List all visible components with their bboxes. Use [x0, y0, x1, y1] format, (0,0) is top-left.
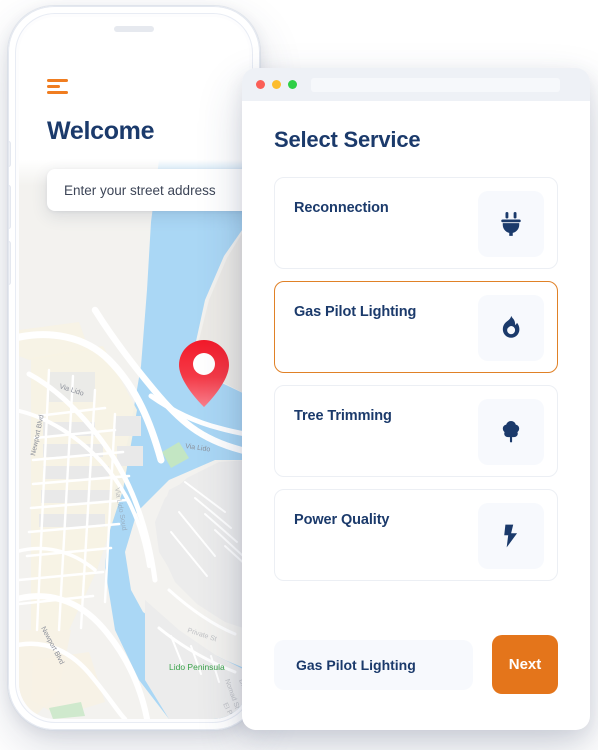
map-view[interactable]: .rd { stroke:#ffffff; fill:none; stroke-…: [19, 160, 249, 719]
lightning-icon: [478, 503, 544, 569]
next-button[interactable]: Next: [492, 635, 558, 694]
search-input[interactable]: Enter your street address: [47, 169, 249, 211]
selected-service-chip: Gas Pilot Lighting: [274, 639, 473, 690]
service-label: Power Quality: [294, 512, 390, 528]
browser-titlebar: [242, 68, 590, 101]
flame-icon: [478, 295, 544, 361]
service-label: Reconnection: [294, 200, 389, 216]
phone-volume-up-button: [8, 186, 10, 228]
service-card-gas-pilot-lighting[interactable]: Gas Pilot Lighting: [274, 281, 558, 373]
address-bar[interactable]: [311, 77, 560, 92]
service-card-tree-trimming[interactable]: Tree Trimming: [274, 385, 558, 477]
hamburger-line-3: [47, 91, 68, 94]
location-pin-icon: [178, 339, 230, 409]
panel-title: Select Service: [274, 127, 421, 152]
hamburger-menu-icon[interactable]: [47, 79, 69, 95]
phone-mute-switch: [8, 142, 10, 166]
phone-speaker-grille: [114, 26, 154, 32]
page-title: Welcome: [47, 117, 155, 145]
service-label: Gas Pilot Lighting: [294, 304, 417, 320]
browser-content: Select Service Reconnection Gas Pilot Li…: [242, 101, 590, 730]
phone-bezel: Welcome .rd { stroke:#ffffff; fill:none;…: [15, 13, 253, 723]
address-input-placeholder: Enter your street address: [64, 182, 216, 198]
maximize-icon[interactable]: [288, 80, 297, 89]
minimize-icon[interactable]: [272, 80, 281, 89]
hamburger-line-1: [47, 79, 68, 82]
footer-bar: Gas Pilot Lighting Next: [274, 635, 558, 694]
hamburger-line-2: [47, 85, 60, 88]
svg-text:Lido Peninsula: Lido Peninsula: [169, 662, 225, 672]
service-label: Tree Trimming: [294, 408, 392, 424]
plug-icon: [478, 191, 544, 257]
screenshot-stage: Welcome .rd { stroke:#ffffff; fill:none;…: [0, 0, 598, 750]
service-list: Reconnection Gas Pilot Lighting Tree Tri…: [274, 177, 558, 581]
phone-volume-down-button: [8, 242, 10, 284]
phone-screen: Welcome .rd { stroke:#ffffff; fill:none;…: [19, 17, 249, 719]
close-icon[interactable]: [256, 80, 265, 89]
service-card-power-quality[interactable]: Power Quality: [274, 489, 558, 581]
phone-mockup: Welcome .rd { stroke:#ffffff; fill:none;…: [8, 6, 260, 730]
browser-window: Select Service Reconnection Gas Pilot Li…: [242, 68, 590, 730]
selected-service-label: Gas Pilot Lighting: [296, 656, 416, 673]
service-card-reconnection[interactable]: Reconnection: [274, 177, 558, 269]
traffic-lights: [256, 80, 297, 89]
tree-icon: [478, 399, 544, 465]
